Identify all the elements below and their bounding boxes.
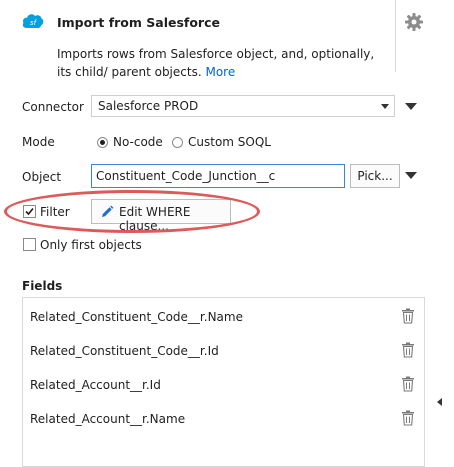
connector-select[interactable]: Salesforce PROD: [91, 95, 395, 117]
list-item: Related_Constituent_Code__r.Id: [30, 342, 415, 362]
gear-icon[interactable]: [404, 12, 424, 32]
highlight-annotation: [4, 190, 260, 233]
field-name: Related_Constituent_Code__r.Name: [30, 310, 243, 324]
salesforce-logo-icon: sf: [22, 13, 44, 29]
collapse-arrow-icon[interactable]: [437, 398, 442, 406]
no-code-label[interactable]: No-code: [113, 135, 163, 149]
chevron-down-icon: [381, 104, 389, 109]
field-name: Related_Constituent_Code__r.Id: [30, 344, 219, 358]
field-name: Related_Account__r.Id: [30, 378, 161, 392]
list-item: Related_Account__r.Name: [30, 410, 415, 430]
connector-label: Connector: [22, 100, 84, 114]
object-label: Object: [22, 170, 62, 184]
trash-icon[interactable]: [401, 342, 415, 358]
list-item: Related_Account__r.Id: [30, 376, 415, 396]
no-code-radio[interactable]: [97, 137, 108, 148]
page-title: Import from Salesforce: [57, 15, 220, 30]
trash-icon[interactable]: [401, 410, 415, 426]
pick-button[interactable]: Pick...: [350, 164, 400, 188]
object-menu-caret-icon[interactable]: [405, 172, 417, 179]
more-link[interactable]: More: [205, 65, 235, 79]
trash-icon[interactable]: [401, 308, 415, 324]
fields-list: Related_Constituent_Code__r.Name Related…: [22, 297, 425, 467]
list-item: Related_Constituent_Code__r.Name: [30, 308, 415, 328]
only-first-label[interactable]: Only first objects: [40, 238, 142, 252]
trash-icon[interactable]: [401, 376, 415, 392]
custom-soql-radio[interactable]: [172, 137, 183, 148]
object-value: Constituent_Code_Junction__c: [96, 169, 276, 183]
header-divider: [395, 0, 396, 72]
connector-menu-caret-icon[interactable]: [405, 103, 417, 110]
connector-value: Salesforce PROD: [98, 99, 199, 113]
only-first-checkbox[interactable]: [23, 238, 36, 251]
mode-label: Mode: [22, 135, 55, 149]
description: Imports rows from Salesforce object, and…: [57, 45, 387, 81]
fields-heading: Fields: [22, 279, 63, 293]
custom-soql-label[interactable]: Custom SOQL: [188, 135, 271, 149]
field-name: Related_Account__r.Name: [30, 412, 186, 426]
object-field[interactable]: Constituent_Code_Junction__c: [91, 164, 345, 188]
